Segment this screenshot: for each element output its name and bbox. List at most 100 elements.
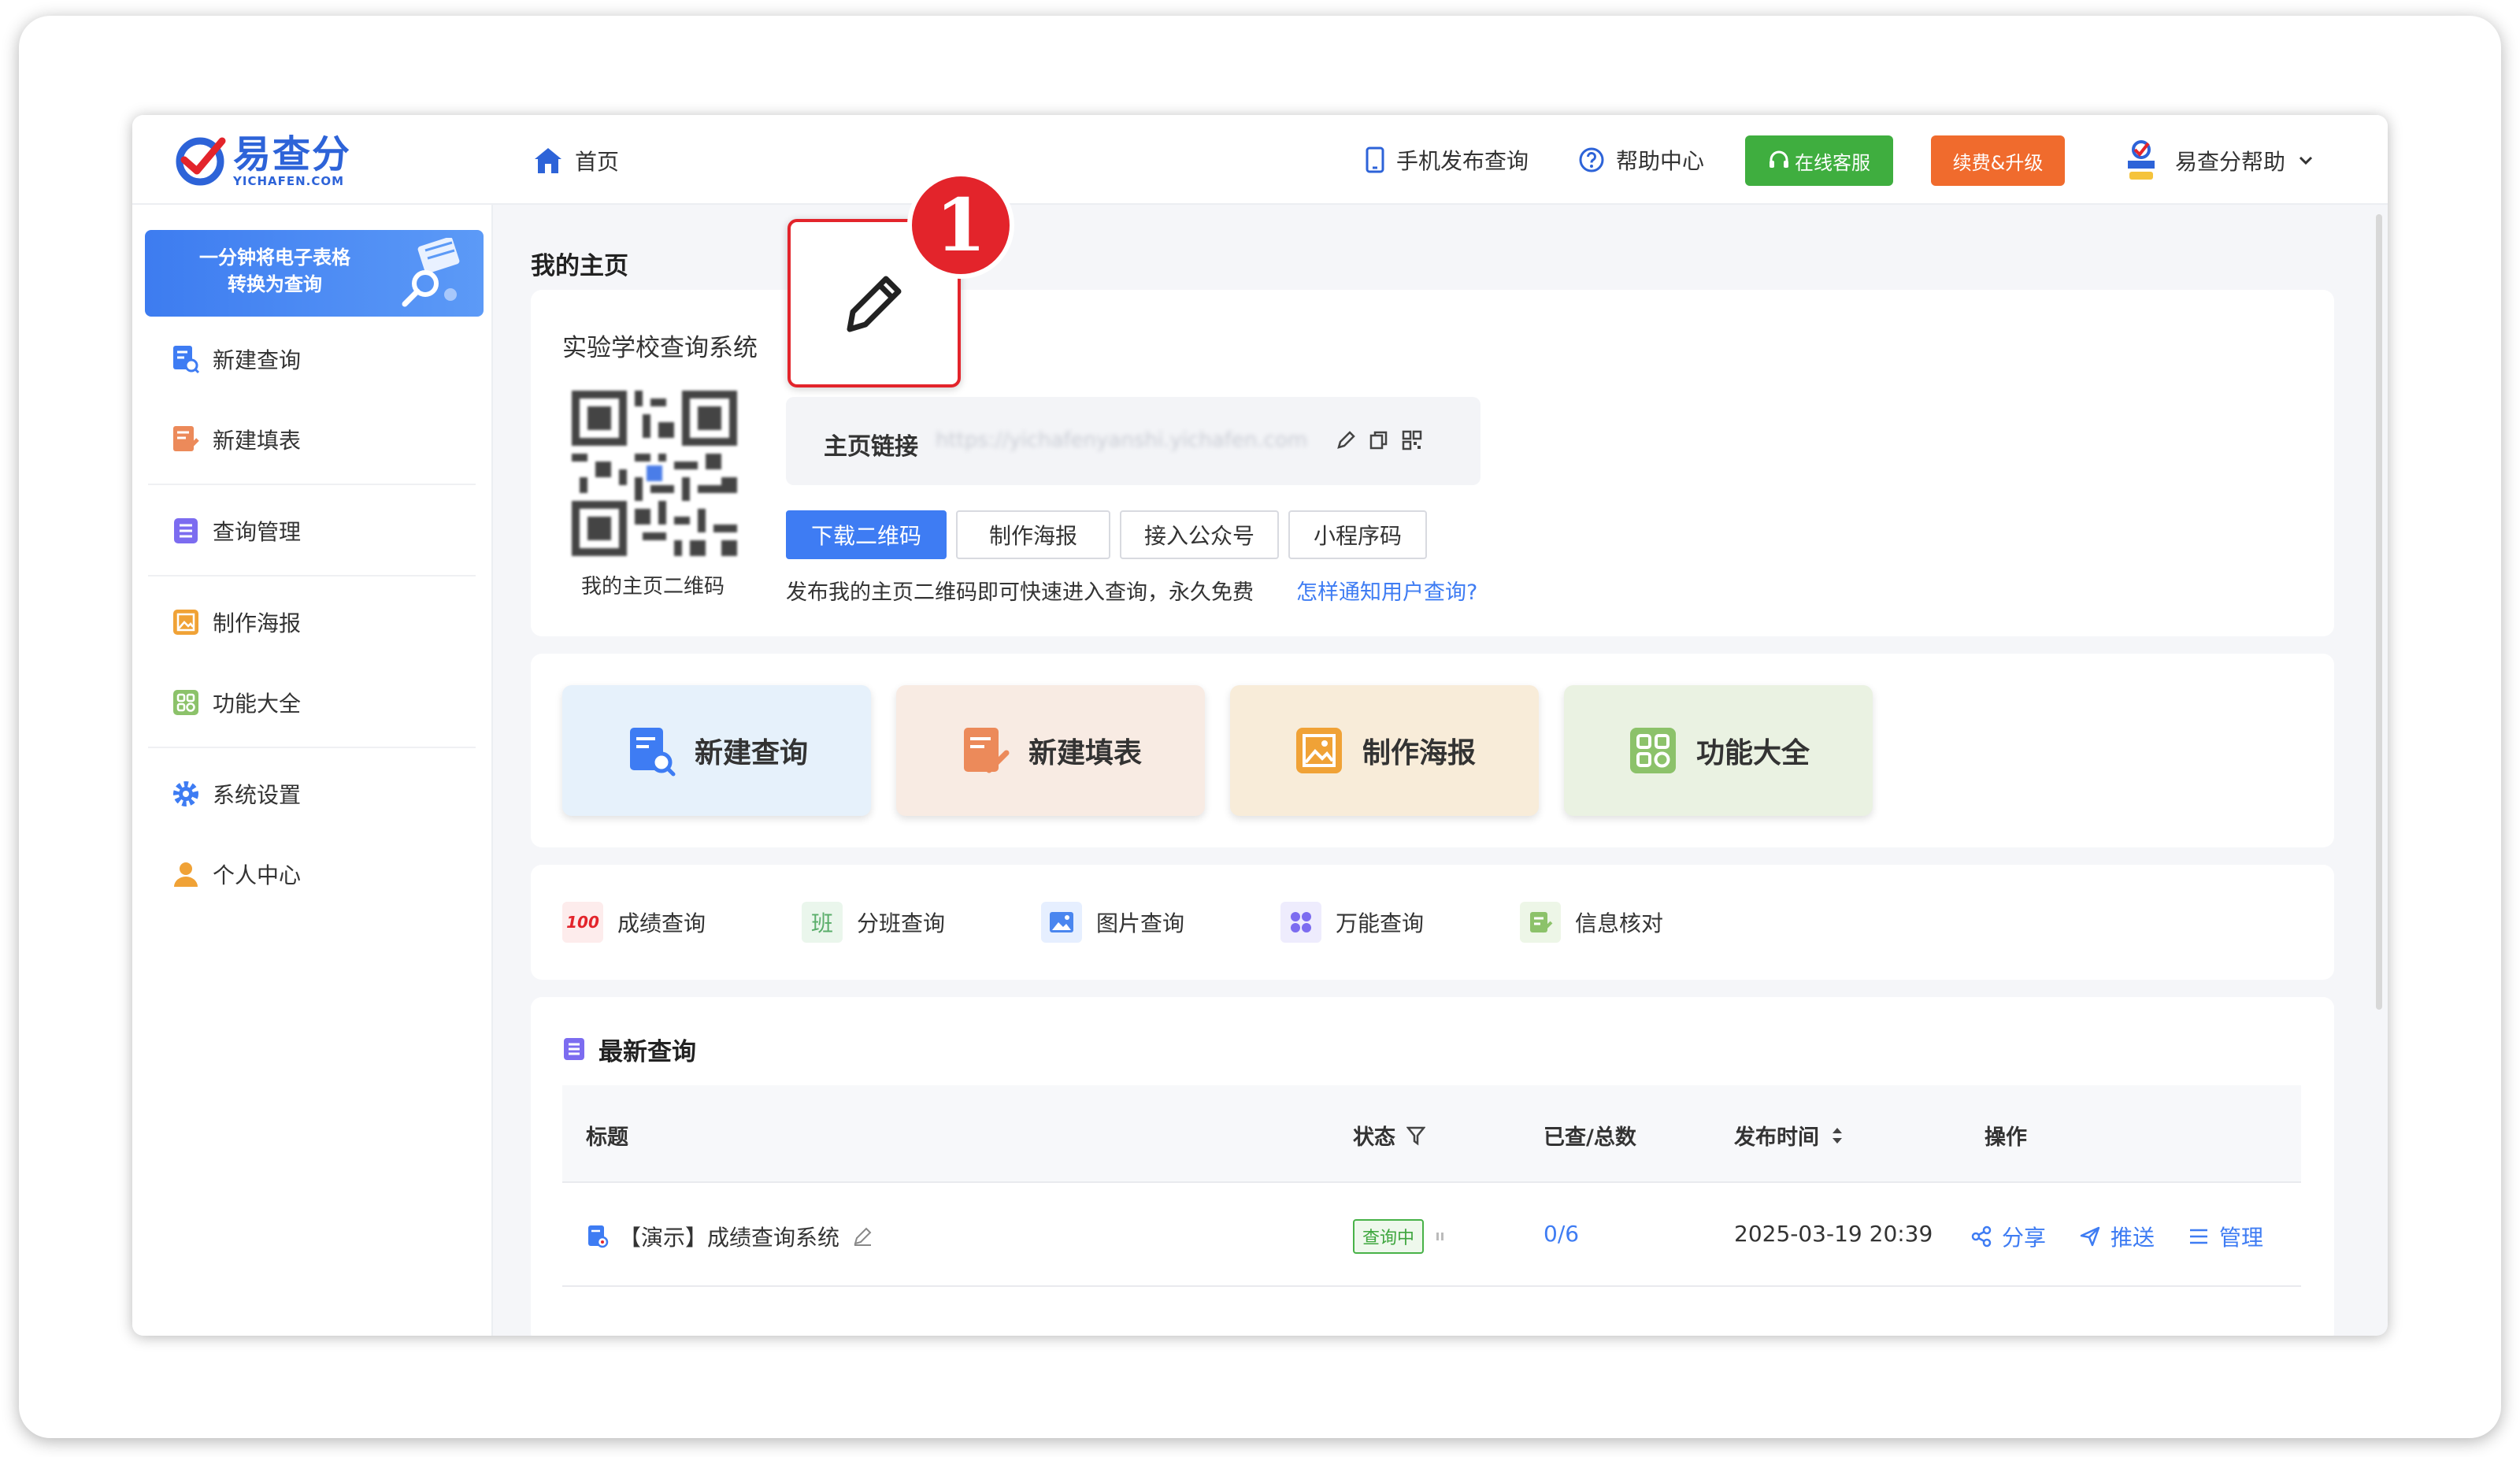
sidebar-item-label: 新建查询 [213,347,302,373]
sidebar-item-poster[interactable]: 制作海报 [170,602,301,643]
image-icon [1041,902,1082,943]
chip-label: 信息核对 [1575,910,1664,936]
class-icon: 班 [802,902,843,943]
row-publish-time: 2025-03-19 20:39 [1734,1221,1933,1247]
query-doc-icon [588,1225,609,1248]
avatar [2128,140,2155,180]
main-content: 我的主页 实验学校查询系统 我的主页二维码 主页链接 https://yicha… [493,205,2375,1336]
tile-poster[interactable]: 制作海报 [1230,685,1539,816]
column-title: 标题 [586,1125,628,1150]
mini-program-code-button[interactable]: 小程序码 [1288,510,1427,559]
tile-new-form[interactable]: 新建填表 [896,685,1205,816]
tile-new-query[interactable]: 新建查询 [562,685,871,816]
row-title-cell[interactable]: 【演示】成绩查询系统 [586,1221,873,1252]
logo-text: 易查分 [233,132,352,176]
push-action[interactable]: 推送 [2079,1221,2155,1252]
send-icon [2080,1226,2100,1247]
row-count[interactable]: 0/6 [1544,1221,1579,1247]
sidebar-item-user-center[interactable]: 个人中心 [170,854,301,895]
query-types-card: 100 成绩查询 班 分班查询 图片查询 万能查询 信息核对 [531,865,2334,980]
tile-features[interactable]: 功能大全 [1564,685,1873,816]
homepage-tip: 发布我的主页二维码即可快速进入查询，永久免费 [786,580,1254,605]
sidebar: 一分钟将电子表格 转换为查询 新建查询 新建填表 查询管理 制作海报 功能大全 … [132,205,493,1336]
homepage-link-box: 主页链接 https://yichafenyanshi.yichafen.com [786,397,1480,485]
mobile-publish-label: 手机发布查询 [1396,148,1529,174]
online-service-button[interactable]: 在线客服 [1745,135,1893,186]
features-icon [1629,728,1676,773]
chip-image-query[interactable]: 图片查询 [1041,898,1184,947]
sidebar-item-label: 功能大全 [213,691,302,717]
column-status[interactable]: 状态 [1353,1120,1425,1151]
poster-icon [170,606,202,638]
promo-line-2: 转换为查询 [228,273,322,295]
upgrade-button[interactable]: 续费&升级 [1931,135,2065,186]
new-query-icon [629,728,676,777]
chevron-down-icon [2299,156,2313,165]
latest-queries-card: 最新查询 标题 状态 已查/总数 发布时间 操作 【演示】成绩查询系统 查询中 … [531,997,2334,1336]
step-number-badge: 1 [907,172,1014,279]
tile-label: 新建填表 [1028,737,1142,769]
make-poster-button[interactable]: 制作海报 [956,510,1110,559]
table-header: 标题 状态 已查/总数 发布时间 操作 [562,1085,2301,1183]
sidebar-item-settings[interactable]: 系统设置 [170,773,301,814]
mobile-publish-link[interactable]: 手机发布查询 [1365,142,1529,178]
sidebar-item-new-query[interactable]: 新建查询 [170,339,301,380]
app-window: 易查分 YICHAFEN.COM 首页 手机发布查询 帮助中心 在线客服 续费&… [132,115,2388,1336]
sort-icon[interactable] [1830,1125,1844,1147]
sidebar-item-new-form[interactable]: 新建填表 [170,419,301,460]
copy-icon[interactable] [1369,430,1389,450]
list-icon [564,1038,584,1060]
headset-icon [1770,150,1788,168]
page-title: 我的主页 [531,252,628,280]
scrollbar[interactable] [2376,214,2382,1010]
new-form-icon [170,424,202,455]
share-action[interactable]: 分享 [1970,1221,2046,1252]
chip-universal-query[interactable]: 万能查询 [1280,898,1424,947]
homepage-qr-code[interactable] [572,391,737,556]
chip-label: 分班查询 [857,910,946,936]
poster-icon [1295,728,1342,773]
sidebar-item-query-manage[interactable]: 查询管理 [170,510,301,551]
table-row[interactable]: 【演示】成绩查询系统 查询中 0/6 2025-03-19 20:39 分享 推… [562,1185,2301,1287]
column-publish-time[interactable]: 发布时间 [1734,1120,1844,1151]
share-icon [1971,1225,1992,1248]
query-manage-icon [170,515,202,547]
sidebar-item-features[interactable]: 功能大全 [170,682,301,723]
menu-icon [2190,1229,2208,1244]
chip-label: 图片查询 [1096,910,1185,936]
user-name: 易查分帮助 [2175,149,2286,175]
home-link[interactable]: 首页 [532,143,619,178]
help-center-link[interactable]: 帮助中心 [1578,142,1704,178]
chip-label: 成绩查询 [617,910,706,936]
download-qr-button[interactable]: 下载二维码 [786,510,947,559]
promo-banner[interactable]: 一分钟将电子表格 转换为查询 [145,230,484,317]
chip-label: 万能查询 [1336,910,1425,936]
filter-icon[interactable] [1406,1125,1425,1146]
qr-caption: 我的主页二维码 [580,575,724,599]
chip-class-query[interactable]: 班 分班查询 [802,898,945,947]
connect-official-account-button[interactable]: 接入公众号 [1120,510,1279,559]
qr-code-icon[interactable] [1402,430,1422,450]
features-icon [170,687,202,718]
edit-title-icon[interactable] [852,1226,873,1247]
help-center-label: 帮助中心 [1616,148,1705,174]
edit-icon[interactable] [1336,430,1356,450]
online-service-label: 在线客服 [1795,151,1870,174]
sidebar-divider [148,747,476,748]
user-menu[interactable]: 易查分帮助 [2123,137,2314,184]
status-badge: 查询中 [1353,1219,1425,1254]
row-status-cell: 查询中 [1353,1219,1446,1254]
logo[interactable]: 易查分 YICHAFEN.COM [173,131,351,191]
how-to-notify-link[interactable]: 怎样通知用户查询? [1296,575,1477,606]
homepage-link-url[interactable]: https://yichafenyanshi.yichafen.com [936,428,1307,452]
chip-score-query[interactable]: 100 成绩查询 [562,898,706,947]
settings-icon [170,778,202,810]
upgrade-label: 续费&升级 [1952,151,2044,174]
manage-action[interactable]: 管理 [2188,1221,2263,1252]
pause-icon[interactable] [1435,1229,1446,1244]
logo-icon [176,137,226,186]
logo-subtext: YICHAFEN.COM [233,174,345,188]
chip-info-verify[interactable]: 信息核对 [1520,898,1663,947]
sidebar-item-label: 个人中心 [213,862,302,888]
score-100-icon: 100 [562,902,603,943]
